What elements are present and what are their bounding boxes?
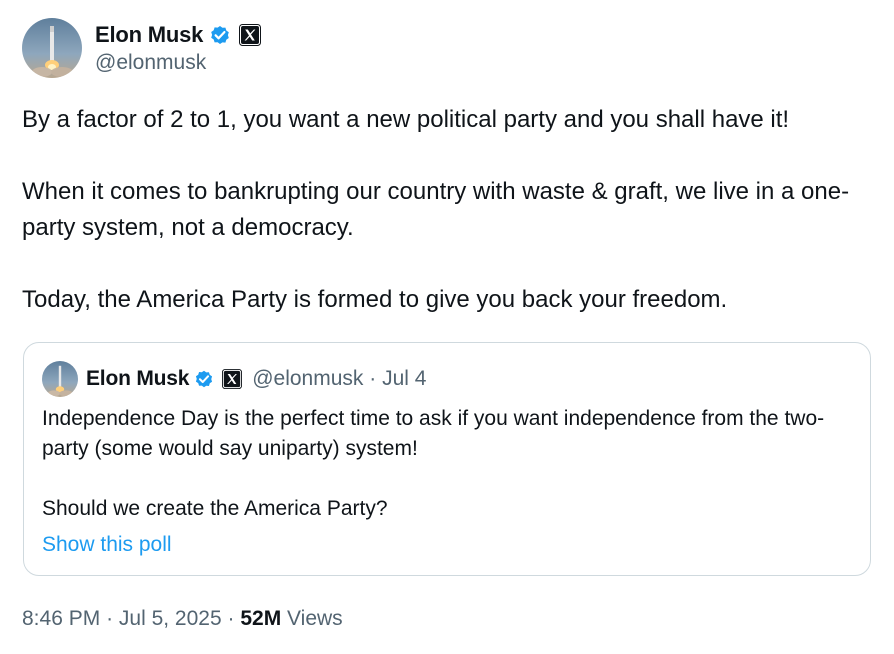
quoted-tweet-body: Independence Day is the perfect time to … (42, 404, 852, 524)
rocket-launch-avatar-icon (22, 18, 82, 78)
meta-separator: · (106, 607, 114, 630)
x-logo-icon[interactable] (222, 369, 243, 389)
author-name-row: Elon Musk (95, 21, 262, 49)
quoted-date[interactable]: Jul 4 (382, 367, 426, 390)
author-name[interactable]: Elon Musk (95, 22, 203, 48)
tweet-paragraph: Today, the America Party is formed to gi… (22, 286, 728, 313)
tweet-footer: 8:46 PM · Jul 5, 2025 · 52M Views (22, 604, 343, 634)
meta-separator: · (227, 607, 235, 630)
quoted-author-handle[interactable]: @elonmusk (252, 367, 363, 390)
views-count: 52M (240, 607, 282, 630)
tweet-body: By a factor of 2 to 1, you want a new po… (22, 102, 882, 318)
tweet-header: Elon Musk @elonmusk (22, 17, 262, 79)
verified-badge-icon[interactable] (208, 23, 232, 47)
quoted-meta: @elonmusk · Jul 4 (252, 367, 426, 391)
show-poll-link[interactable]: Show this poll (42, 530, 172, 560)
author-handle[interactable]: @elonmusk (95, 51, 261, 75)
tweet-paragraph: By a factor of 2 to 1, you want a new po… (22, 106, 790, 133)
quoted-author-name[interactable]: Elon Musk (86, 367, 189, 391)
tweet-date[interactable]: Jul 5, 2025 (119, 607, 222, 630)
quoted-paragraph: Independence Day is the perfect time to … (42, 407, 825, 460)
quoted-paragraph: Should we create the America Party? (42, 497, 388, 520)
quoted-tweet-header: Elon Musk @elonmusk · Jul 4 (42, 361, 426, 397)
tweet-time[interactable]: 8:46 PM (22, 607, 100, 630)
tweet-paragraph: When it comes to bankrupting our country… (22, 178, 850, 241)
views-label: Views (287, 607, 343, 630)
author-avatar[interactable] (22, 18, 82, 78)
meta-separator: · (369, 367, 377, 390)
quoted-tweet-card[interactable]: Elon Musk @elonmusk · Jul 4 Independence… (23, 342, 871, 576)
quoted-author-avatar[interactable] (42, 361, 78, 397)
verified-badge-icon[interactable] (193, 368, 215, 390)
rocket-launch-avatar-icon (42, 361, 78, 397)
x-logo-icon[interactable] (239, 24, 262, 46)
author-names: Elon Musk @elonmusk (95, 21, 262, 75)
